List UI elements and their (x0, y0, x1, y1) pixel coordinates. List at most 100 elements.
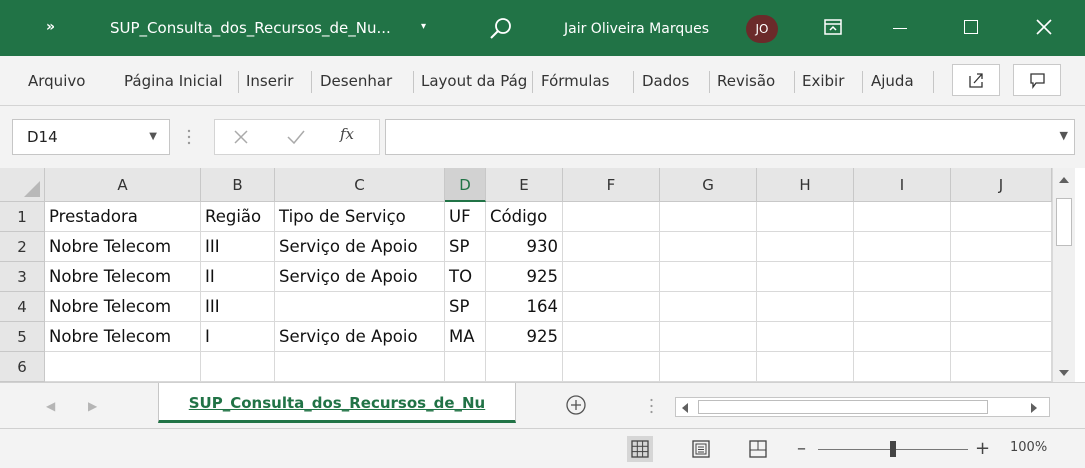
expand-formula-bar-icon[interactable]: ▼ (1060, 129, 1068, 142)
tab-exibir[interactable]: Exibir (802, 69, 858, 93)
cell-a3[interactable]: Nobre Telecom (45, 262, 201, 292)
vertical-dots-icon[interactable] (187, 128, 191, 146)
cell-j4[interactable] (951, 292, 1052, 322)
formula-input[interactable]: ▼ (385, 119, 1075, 155)
cell-c3[interactable]: Serviço de Apoio (275, 262, 445, 292)
select-all-button[interactable] (0, 168, 45, 202)
zoom-level[interactable]: 100% (1010, 440, 1047, 455)
cell-g5[interactable] (660, 322, 757, 352)
chevron-down-icon[interactable]: ▼ (149, 120, 157, 154)
user-name[interactable]: Jair Oliveira Marques (564, 21, 709, 37)
cell-b4[interactable]: III (201, 292, 275, 322)
cancel-icon[interactable] (232, 128, 250, 146)
row-header-6[interactable]: 6 (0, 352, 45, 382)
column-header-i[interactable]: I (854, 168, 951, 202)
page-layout-view-icon[interactable] (688, 436, 714, 462)
column-header-b[interactable]: B (201, 168, 275, 202)
enter-check-icon[interactable] (286, 128, 306, 146)
cell-b5[interactable]: I (201, 322, 275, 352)
close-icon[interactable] (1033, 16, 1055, 38)
column-header-c[interactable]: C (275, 168, 445, 202)
cell-b6[interactable] (201, 352, 275, 382)
cell-e2[interactable]: 930 (486, 232, 563, 262)
cell-j1[interactable] (951, 202, 1052, 232)
cell-f1[interactable] (563, 202, 660, 232)
page-break-view-icon[interactable] (745, 436, 771, 462)
cell-a4[interactable]: Nobre Telecom (45, 292, 201, 322)
column-header-g[interactable]: G (660, 168, 757, 202)
add-sheet-icon[interactable] (565, 394, 587, 416)
normal-view-icon[interactable] (627, 436, 653, 462)
cell-i4[interactable] (854, 292, 951, 322)
cell-d2[interactable]: SP (445, 232, 486, 262)
maximize-icon[interactable] (964, 20, 978, 34)
cell-a1[interactable]: Prestadora (45, 202, 201, 232)
cell-i6[interactable] (854, 352, 951, 382)
cell-j2[interactable] (951, 232, 1052, 262)
cell-f5[interactable] (563, 322, 660, 352)
tab-dados[interactable]: Dados (642, 69, 704, 93)
avatar[interactable]: JO (746, 15, 778, 43)
column-header-h[interactable]: H (757, 168, 854, 202)
column-header-f[interactable]: F (563, 168, 660, 202)
scroll-right-icon[interactable] (1031, 403, 1037, 413)
cell-d5[interactable]: MA (445, 322, 486, 352)
name-box[interactable]: D14 ▼ (12, 119, 170, 155)
insert-function-button[interactable]: fx (340, 125, 354, 143)
cell-j6[interactable] (951, 352, 1052, 382)
cell-g3[interactable] (660, 262, 757, 292)
cell-i3[interactable] (854, 262, 951, 292)
previous-sheet-icon[interactable]: ◀ (46, 399, 55, 413)
cell-j5[interactable] (951, 322, 1052, 352)
cell-g1[interactable] (660, 202, 757, 232)
cell-i1[interactable] (854, 202, 951, 232)
cell-h1[interactable] (757, 202, 854, 232)
tab-ajuda[interactable]: Ajuda (871, 69, 925, 93)
zoom-slider-thumb[interactable] (890, 441, 896, 457)
horizontal-scrollbar[interactable] (675, 397, 1050, 417)
cell-h6[interactable] (757, 352, 854, 382)
cell-d4[interactable]: SP (445, 292, 486, 322)
cell-i2[interactable] (854, 232, 951, 262)
cell-i5[interactable] (854, 322, 951, 352)
title-dropdown-icon[interactable]: ▾ (421, 21, 426, 32)
cell-h4[interactable] (757, 292, 854, 322)
cell-g6[interactable] (660, 352, 757, 382)
vertical-scroll-thumb[interactable] (1056, 198, 1072, 246)
column-header-a[interactable]: A (45, 168, 201, 202)
cell-e6[interactable] (486, 352, 563, 382)
column-header-e[interactable]: E (486, 168, 563, 202)
share-button[interactable] (952, 64, 1000, 96)
cell-b1[interactable]: Região (201, 202, 275, 232)
workbook-title[interactable]: SUP_Consulta_dos_Recursos_de_Nu... (110, 19, 391, 37)
ribbon-display-options-icon[interactable] (824, 19, 842, 35)
cell-f2[interactable] (563, 232, 660, 262)
cell-h3[interactable] (757, 262, 854, 292)
cell-a6[interactable] (45, 352, 201, 382)
row-header-4[interactable]: 4 (0, 292, 45, 322)
tab-arquivo[interactable]: Arquivo (28, 69, 98, 93)
tab-desenhar[interactable]: Desenhar (320, 69, 408, 93)
tab-formulas[interactable]: Fórmulas (541, 69, 627, 93)
scroll-left-icon[interactable] (682, 403, 688, 413)
cell-b2[interactable]: III (201, 232, 275, 262)
vertical-dots-icon[interactable] (650, 398, 653, 414)
cell-h2[interactable] (757, 232, 854, 262)
cell-e1[interactable]: Código (486, 202, 563, 232)
sheet-tab-active[interactable]: SUP_Consulta_dos_Recursos_de_Nu (158, 383, 516, 423)
scroll-up-icon[interactable] (1059, 177, 1069, 183)
next-sheet-icon[interactable]: ▶ (88, 399, 97, 413)
cell-e3[interactable]: 925 (486, 262, 563, 292)
cell-c6[interactable] (275, 352, 445, 382)
cell-f3[interactable] (563, 262, 660, 292)
cell-e5[interactable]: 925 (486, 322, 563, 352)
search-icon[interactable] (488, 16, 514, 42)
tab-revisao[interactable]: Revisão (717, 69, 789, 93)
cell-b3[interactable]: II (201, 262, 275, 292)
cell-c1[interactable]: Tipo de Serviço (275, 202, 445, 232)
row-header-1[interactable]: 1 (0, 202, 45, 232)
quick-access-chevron-icon[interactable]: » (46, 19, 55, 35)
cell-d3[interactable]: TO (445, 262, 486, 292)
cell-g2[interactable] (660, 232, 757, 262)
cell-c4[interactable] (275, 292, 445, 322)
